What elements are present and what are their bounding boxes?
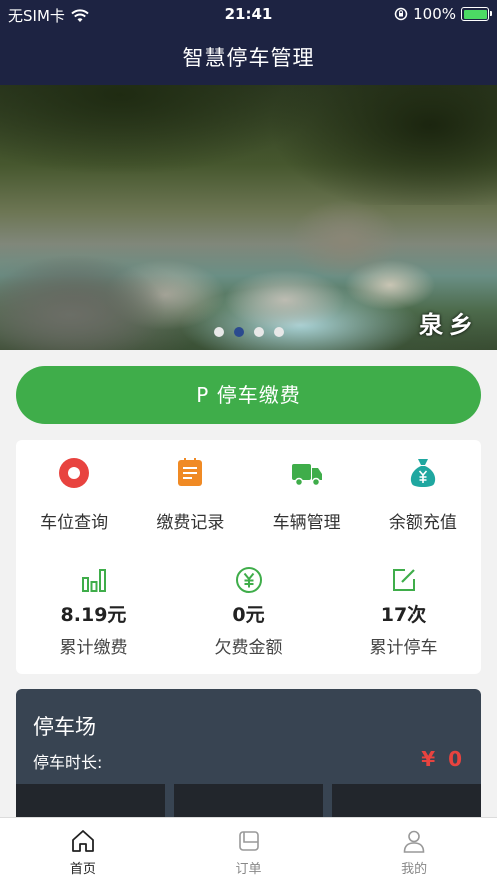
battery-charging-icon xyxy=(461,7,492,21)
stat-total-parkings: 17次 累计停车 xyxy=(326,566,481,658)
record-circle-icon xyxy=(59,458,90,488)
service-card: 车位查询 缴费记录 车辆管理 余额充值 8.19元 累计缴费 0元 欠费金额 1… xyxy=(16,440,481,674)
truck-icon xyxy=(291,464,322,487)
stat-label: 欠费金额 xyxy=(214,638,283,658)
parking-amount: ¥ 0 xyxy=(421,747,465,771)
menu-item-label: 余额充值 xyxy=(388,513,457,533)
nav-bar: 智慧停车管理 xyxy=(0,28,497,85)
status-right: 100% xyxy=(394,5,492,23)
tab-mine[interactable]: 我的 xyxy=(331,818,497,883)
banner-carousel[interactable]: 泉乡 xyxy=(0,85,497,350)
stat-total-paid: 8.19元 累计缴费 xyxy=(16,566,171,658)
battery-percent: 100% xyxy=(413,5,456,23)
carousel-dot[interactable] xyxy=(213,327,224,337)
tab-label: 订单 xyxy=(235,862,262,877)
carousel-dot[interactable] xyxy=(273,327,284,337)
menu-item-label: 车位查询 xyxy=(40,513,109,533)
order-icon xyxy=(238,831,259,851)
stat-value: 8.19元 xyxy=(60,604,127,626)
bar-chart-icon xyxy=(81,569,106,592)
menu-item-spot-query[interactable]: 车位查询 xyxy=(16,456,132,533)
parking-lot-title: 停车场 xyxy=(33,715,96,739)
user-icon xyxy=(403,830,425,853)
carousel-dot-active[interactable] xyxy=(233,327,244,337)
banner-image xyxy=(0,85,497,205)
tab-label: 首页 xyxy=(69,862,96,877)
stat-label: 累计缴费 xyxy=(59,638,128,658)
carousel-dot[interactable] xyxy=(253,327,264,337)
edit-square-icon xyxy=(392,569,415,591)
tab-orders[interactable]: 订单 xyxy=(166,818,332,883)
yen-circle-icon xyxy=(235,567,262,593)
stat-label: 累计停车 xyxy=(369,638,438,658)
menu-item-payment-records[interactable]: 缴费记录 xyxy=(132,456,248,533)
menu-item-label: 车辆管理 xyxy=(272,513,341,533)
tab-bar: 首页 订单 我的 xyxy=(0,817,497,883)
carousel-dots xyxy=(0,327,497,337)
stats-row: 8.19元 累计缴费 0元 欠费金额 17次 累计停车 xyxy=(16,566,481,658)
parking-pay-button[interactable]: P 停车缴费 xyxy=(16,366,481,424)
menu-item-vehicle-management[interactable]: 车辆管理 xyxy=(249,456,365,533)
calendar-list-icon xyxy=(178,458,203,486)
status-bar: 无SIM卡 21:41 100% xyxy=(0,0,497,28)
parking-duration-label: 停车时长: xyxy=(33,753,103,772)
quick-menu: 车位查询 缴费记录 车辆管理 余额充值 xyxy=(16,456,481,533)
rotation-lock-icon xyxy=(394,7,408,21)
tab-label: 我的 xyxy=(401,862,428,877)
parking-lot-card[interactable]: 停车场 停车时长: ¥ 0 xyxy=(16,689,481,829)
home-icon xyxy=(71,830,94,852)
stat-arrears: 0元 欠费金额 xyxy=(171,566,326,658)
menu-item-label: 缴费记录 xyxy=(156,513,225,533)
stat-value: 0元 xyxy=(232,604,265,626)
stat-value: 17次 xyxy=(380,604,427,626)
page-title: 智慧停车管理 xyxy=(182,46,315,70)
tab-home[interactable]: 首页 xyxy=(0,818,166,883)
menu-item-balance-topup[interactable]: 余额充值 xyxy=(365,456,481,533)
money-bag-icon xyxy=(410,459,435,487)
